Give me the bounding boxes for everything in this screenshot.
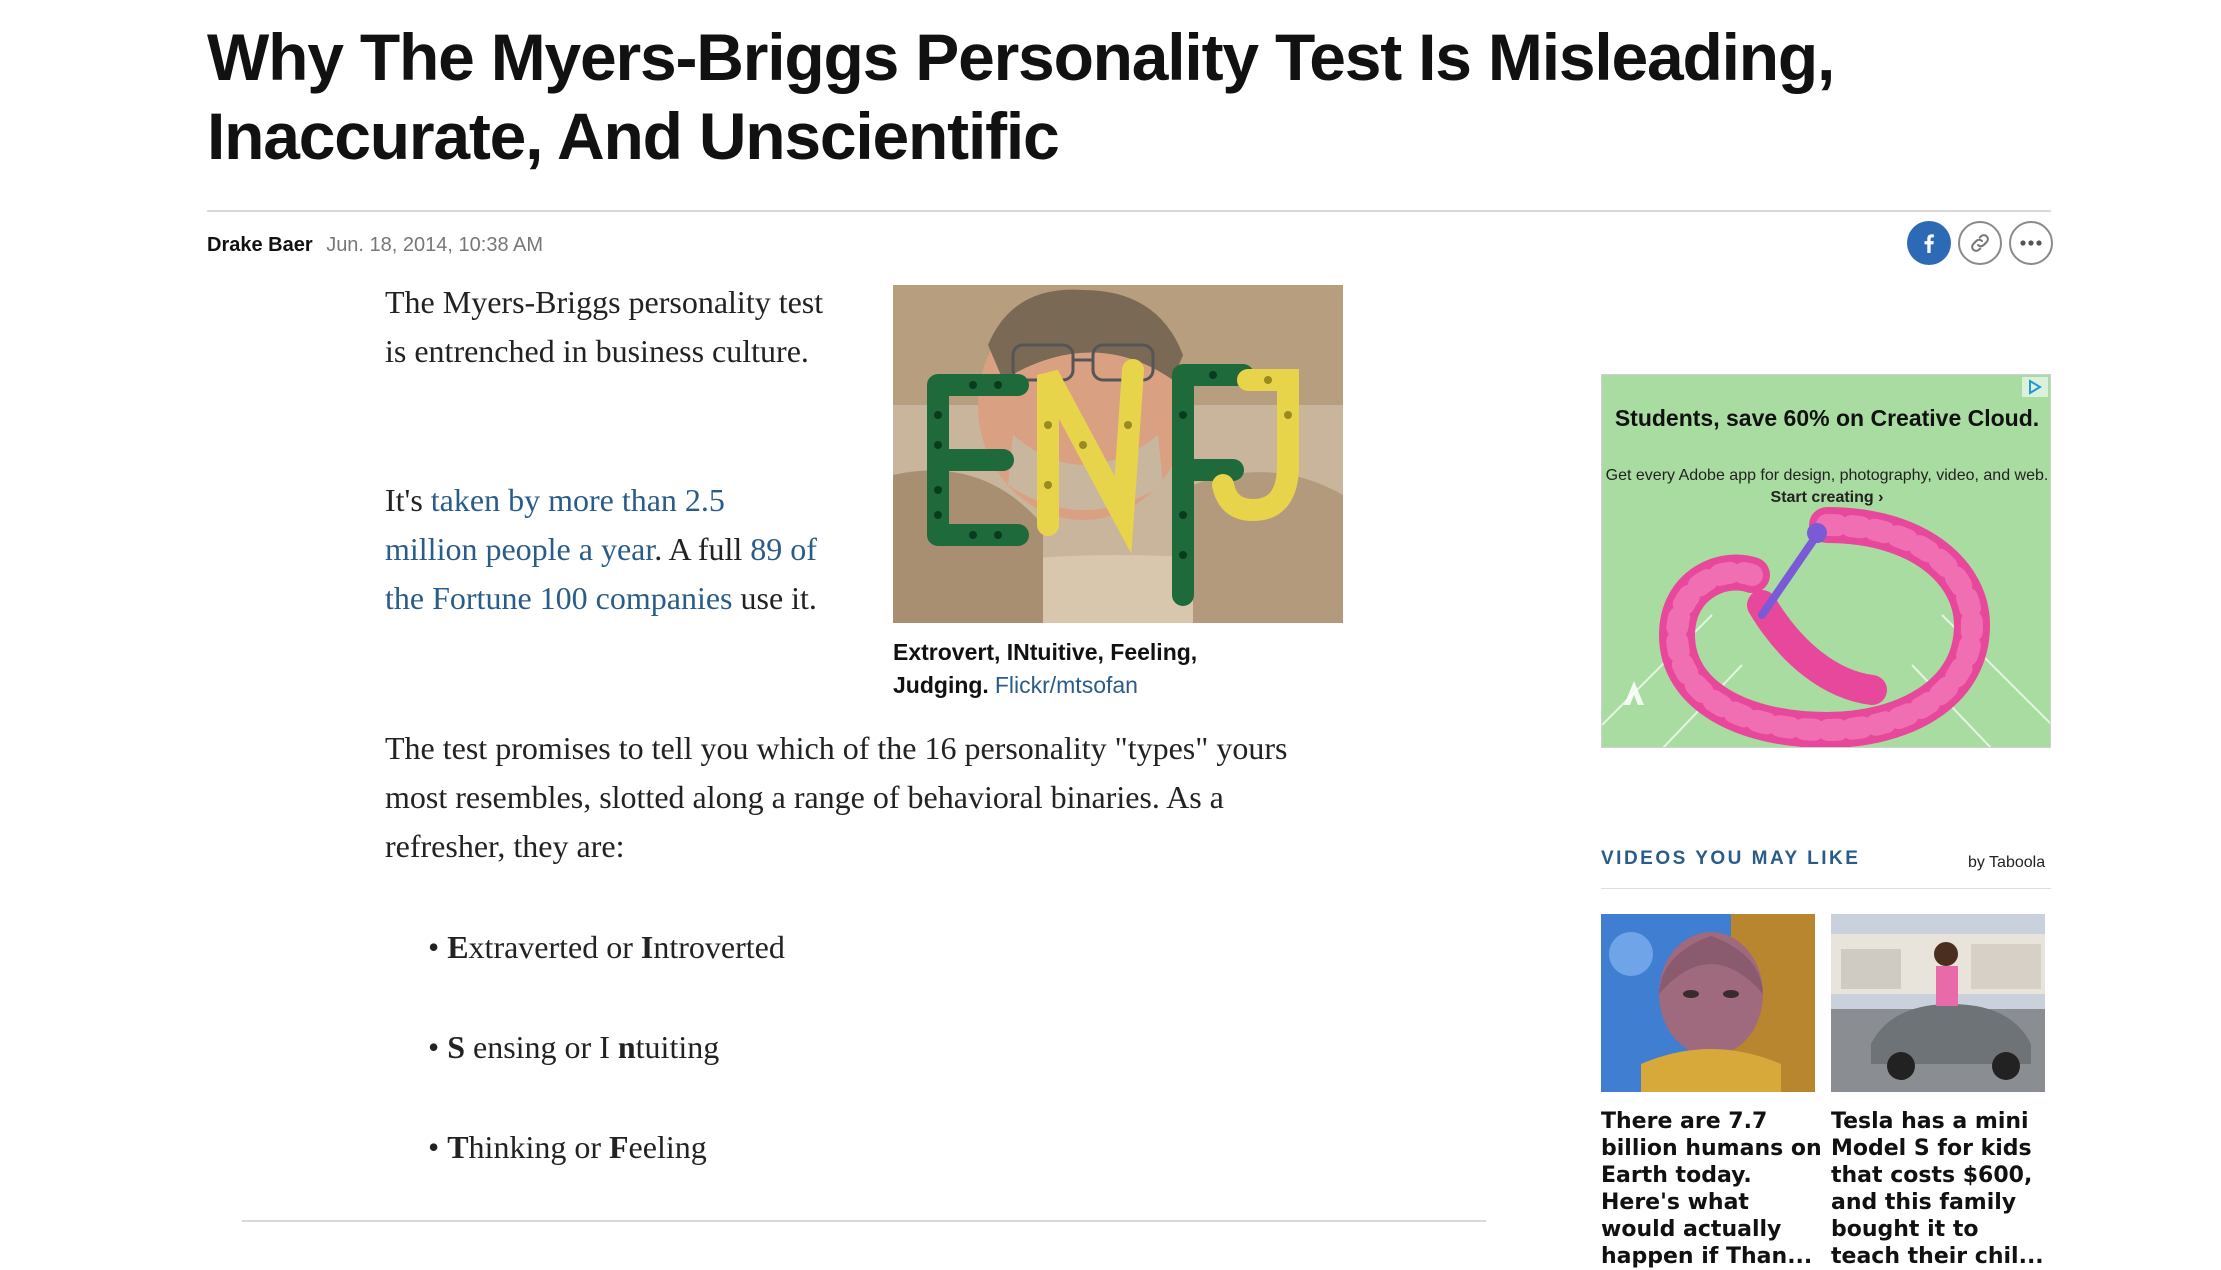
bullet-letter: n: [617, 1029, 636, 1065]
bullet-letter: I: [640, 929, 654, 965]
videos-divider: [1601, 888, 2051, 889]
bullet-letter: F: [608, 1129, 629, 1165]
link-icon: [1971, 234, 1989, 252]
bullet-item-thinking: • Thinking or Feeling: [428, 1127, 707, 1167]
video-title-tesla[interactable]: Tesla has a mini Model S for kids that c…: [1831, 1108, 2053, 1270]
bullet-text: xtraverted or: [468, 929, 641, 965]
paragraph-2-text-b: . A full: [654, 531, 751, 567]
paragraph-2-text-a: It's: [385, 482, 431, 518]
publish-date: Jun. 18, 2014, 10:38 AM: [326, 234, 544, 256]
video-thumbnail-thanos[interactable]: [1601, 914, 1815, 1092]
paragraph-1: The Myers-Briggs personality test is ent…: [385, 284, 824, 369]
taboola-attribution[interactable]: by Taboola: [1968, 854, 2045, 872]
adchoices-icon[interactable]: [2022, 377, 2048, 397]
ad-subtitle-text: Get every Adobe app for design, photogra…: [1605, 467, 2049, 484]
video-thumbnail-tesla[interactable]: [1831, 914, 2045, 1092]
videos-section-header: VIDEOS YOU MAY LIKE: [1601, 848, 1861, 869]
bullet-letter: E: [447, 929, 469, 965]
bullet-text: tuiting: [635, 1029, 720, 1065]
more-options-button[interactable]: [2009, 221, 2053, 265]
bullet-letter: S: [447, 1029, 465, 1065]
bullet-item-sensing: • S ensing or I ntuiting: [428, 1027, 719, 1067]
ad-title: Students, save 60% on Creative Cloud.: [1614, 405, 2040, 431]
article-image[interactable]: [893, 285, 1343, 623]
facebook-share-button[interactable]: [1907, 221, 1951, 265]
bullet-text: hinking or: [468, 1129, 609, 1165]
bullet-text: ensing or I: [465, 1029, 618, 1065]
article-headline: Why The Myers-Briggs Personality Test Is…: [207, 20, 1835, 173]
ad-cta-link[interactable]: Start creating ›: [1771, 489, 1884, 506]
ad-subtitle: Get every Adobe app for design, photogra…: [1602, 465, 2050, 509]
copy-link-button[interactable]: [1958, 221, 2002, 265]
paragraph-2: It's taken by more than 2.5 million peop…: [385, 476, 825, 623]
bullet-dot: •: [428, 1029, 440, 1065]
advertisement[interactable]: Students, save 60% on Creative Cloud. Ge…: [1601, 374, 2051, 748]
bullet-dot: •: [428, 929, 440, 965]
ad-artwork: [1602, 507, 2050, 747]
video-title-thanos[interactable]: There are 7.7 billion humans on Earth to…: [1601, 1108, 1823, 1270]
facebook-icon: [1924, 234, 1934, 253]
paragraph-2-text-c: use it.: [732, 580, 817, 616]
byline: Drake Baer Jun. 18, 2014, 10:38 AM: [207, 232, 543, 258]
image-credit-link[interactable]: Flickr/mtsofan: [995, 672, 1138, 698]
bullet-item-extraverted: • Extraverted or Introverted: [428, 927, 785, 967]
paragraph-3: The test promises to tell you which of t…: [385, 730, 1288, 864]
author-name[interactable]: Drake Baer: [207, 234, 313, 256]
bullet-text: eeling: [628, 1129, 707, 1165]
bullet-text: ntroverted: [653, 929, 785, 965]
more-icon: [2020, 240, 2042, 246]
bullet-dot: •: [428, 1129, 440, 1165]
article-divider: [242, 1220, 1486, 1222]
image-caption: Extrovert, INtuitive, Feeling, Judging. F…: [893, 636, 1253, 702]
header-divider: [207, 210, 2051, 212]
bullet-letter: T: [447, 1129, 469, 1165]
